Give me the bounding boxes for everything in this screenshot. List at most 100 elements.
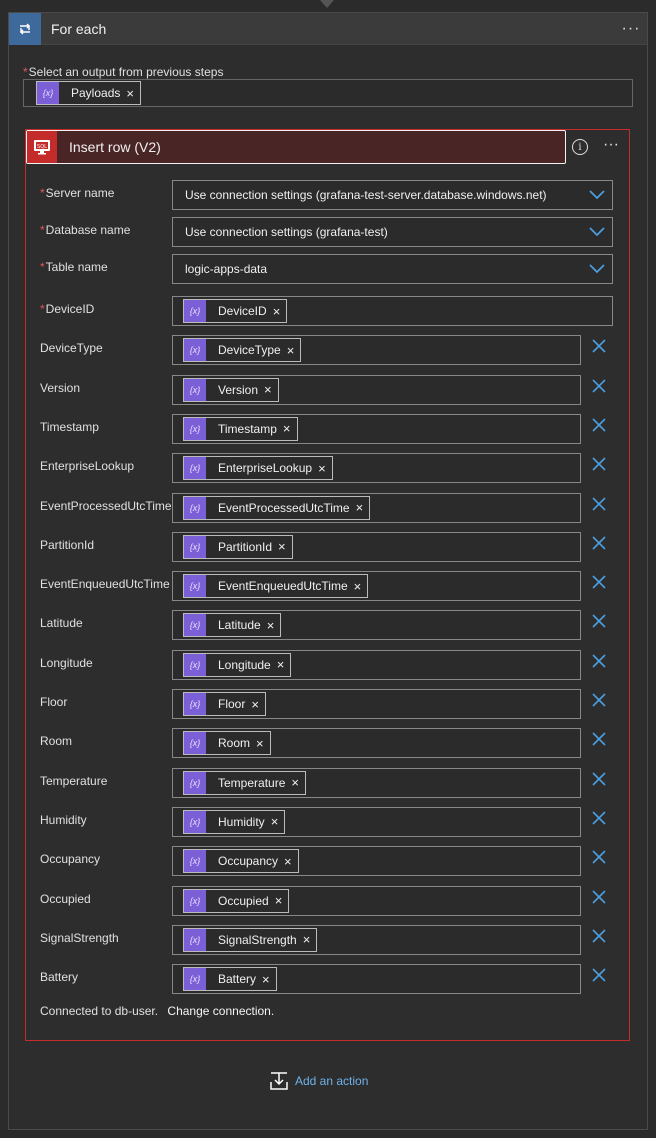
token-input[interactable]: {x} DeviceID ×: [172, 296, 613, 326]
dropdown-select[interactable]: logic-apps-data: [172, 254, 613, 284]
dynamic-token[interactable]: {x} EnterpriseLookup ×: [183, 456, 333, 481]
close-icon[interactable]: [590, 377, 608, 395]
dynamic-content-icon: {x}: [184, 575, 206, 598]
chevron-down-icon[interactable]: [582, 264, 612, 274]
close-icon[interactable]: [590, 652, 608, 670]
insert-row-header[interactable]: SQL Insert row (V2): [26, 130, 566, 164]
dynamic-content-icon: {x}: [184, 928, 206, 951]
dynamic-token[interactable]: {x} Latitude ×: [183, 613, 282, 638]
token-input[interactable]: {x} Room ×: [172, 728, 581, 759]
dropdown-value: Use connection settings (grafana-test-se…: [185, 188, 547, 202]
insert-row-card: SQL Insert row (V2) i ··· *Server name Us…: [25, 129, 630, 1041]
dynamic-token[interactable]: {x} EventProcessedUtcTime ×: [183, 495, 371, 520]
remove-token-icon[interactable]: ×: [303, 933, 317, 946]
field-row-partitionid: PartitionId {x} PartitionId ×: [26, 531, 631, 570]
close-icon[interactable]: [590, 809, 608, 827]
token-input[interactable]: {x} PartitionId ×: [172, 531, 581, 562]
dynamic-token[interactable]: {x} Timestamp ×: [183, 416, 298, 441]
dynamic-token[interactable]: {x} Humidity ×: [183, 809, 286, 834]
close-icon[interactable]: [590, 888, 608, 906]
token-input[interactable]: {x} Temperature ×: [172, 767, 581, 798]
chevron-down-icon[interactable]: [582, 190, 612, 200]
remove-token-icon[interactable]: ×: [126, 87, 140, 100]
field-label: *DeviceID: [40, 302, 95, 316]
token-input[interactable]: {x} Longitude ×: [172, 649, 581, 680]
dynamic-token[interactable]: {x} Room ×: [183, 731, 271, 756]
token-input[interactable]: {x} Version ×: [172, 374, 581, 405]
dropdown-select[interactable]: Use connection settings (grafana-test): [172, 217, 613, 247]
token-input[interactable]: {x} EventEnqueuedUtcTime ×: [172, 571, 581, 602]
token-input[interactable]: {x} Occupied ×: [172, 885, 581, 916]
dynamic-token[interactable]: {x} Temperature ×: [183, 770, 306, 795]
close-icon[interactable]: [590, 770, 608, 788]
token-input[interactable]: {x} Battery ×: [172, 964, 581, 995]
close-icon[interactable]: [590, 966, 608, 984]
remove-token-icon[interactable]: ×: [354, 580, 368, 593]
remove-token-icon[interactable]: ×: [264, 383, 278, 396]
remove-token-icon[interactable]: ×: [356, 501, 370, 514]
dynamic-token[interactable]: {x} SignalStrength ×: [183, 927, 318, 952]
token-input[interactable]: {x} DeviceType ×: [172, 335, 581, 366]
insert-more-button[interactable]: ···: [598, 136, 624, 154]
close-icon[interactable]: [590, 534, 608, 552]
add-action-icon: [270, 1072, 288, 1090]
token-input[interactable]: {x} EventProcessedUtcTime ×: [172, 492, 581, 523]
remove-token-icon[interactable]: ×: [277, 658, 291, 671]
payloads-token[interactable]: {x} Payloads ×: [36, 81, 141, 105]
dynamic-content-icon: {x}: [37, 82, 59, 104]
select-output-input[interactable]: {x} Payloads ×: [23, 79, 633, 107]
close-icon[interactable]: [590, 337, 608, 355]
add-action-button[interactable]: Add an action: [269, 1071, 368, 1091]
token-input[interactable]: {x} Humidity ×: [172, 806, 581, 837]
token-input[interactable]: {x} SignalStrength ×: [172, 924, 581, 955]
token-input[interactable]: {x} Latitude ×: [172, 610, 581, 641]
remove-token-icon[interactable]: ×: [275, 894, 289, 907]
foreach-header[interactable]: For each ···: [9, 12, 647, 45]
dynamic-token[interactable]: {x} Longitude ×: [183, 652, 292, 677]
dynamic-token[interactable]: {x} EventEnqueuedUtcTime ×: [183, 574, 369, 599]
dynamic-token[interactable]: {x} Floor ×: [183, 692, 266, 716]
remove-token-icon[interactable]: ×: [271, 815, 285, 828]
close-icon[interactable]: [590, 573, 608, 591]
close-icon[interactable]: [590, 495, 608, 513]
close-icon[interactable]: [590, 455, 608, 473]
dynamic-token[interactable]: {x} Occupied ×: [183, 888, 290, 913]
info-icon[interactable]: i: [572, 139, 588, 155]
dynamic-token[interactable]: {x} Version ×: [183, 377, 279, 402]
remove-token-icon[interactable]: ×: [278, 540, 292, 553]
dynamic-token[interactable]: {x} Battery ×: [183, 967, 277, 992]
dynamic-token[interactable]: {x} Occupancy ×: [183, 849, 299, 874]
remove-token-icon[interactable]: ×: [291, 776, 305, 789]
chevron-down-icon[interactable]: [582, 227, 612, 237]
dynamic-token[interactable]: {x} DeviceID ×: [183, 299, 288, 323]
close-icon[interactable]: [590, 730, 608, 748]
dynamic-content-icon: {x}: [184, 339, 206, 362]
close-icon[interactable]: [590, 927, 608, 945]
close-icon[interactable]: [590, 416, 608, 434]
remove-token-icon[interactable]: ×: [318, 462, 332, 475]
close-icon[interactable]: [590, 691, 608, 709]
token-input[interactable]: {x} Occupancy ×: [172, 846, 581, 877]
close-icon[interactable]: [590, 848, 608, 866]
remove-token-icon[interactable]: ×: [283, 422, 297, 435]
loop-icon: [9, 12, 41, 45]
token-input[interactable]: {x} Timestamp ×: [172, 413, 581, 444]
remove-token-icon[interactable]: ×: [251, 698, 265, 711]
remove-token-icon[interactable]: ×: [262, 973, 276, 986]
change-connection-link[interactable]: Change connection.: [167, 1004, 274, 1018]
token-input[interactable]: {x} Floor ×: [172, 689, 581, 719]
field-row-battery: Battery {x} Battery ×: [26, 964, 631, 1002]
field-label: Latitude: [40, 616, 83, 631]
dropdown-select[interactable]: Use connection settings (grafana-test-se…: [172, 180, 613, 210]
dynamic-token[interactable]: {x} PartitionId ×: [183, 534, 293, 559]
dynamic-token[interactable]: {x} DeviceType ×: [183, 338, 302, 363]
close-icon[interactable]: [590, 612, 608, 630]
remove-token-icon[interactable]: ×: [284, 855, 298, 868]
dropdown-row: *Database name Use connection settings (g…: [26, 217, 631, 255]
remove-token-icon[interactable]: ×: [267, 619, 281, 632]
remove-token-icon[interactable]: ×: [256, 737, 270, 750]
foreach-more-button[interactable]: ···: [615, 20, 647, 38]
remove-token-icon[interactable]: ×: [273, 305, 287, 318]
token-input[interactable]: {x} EnterpriseLookup ×: [172, 453, 581, 484]
remove-token-icon[interactable]: ×: [287, 344, 301, 357]
